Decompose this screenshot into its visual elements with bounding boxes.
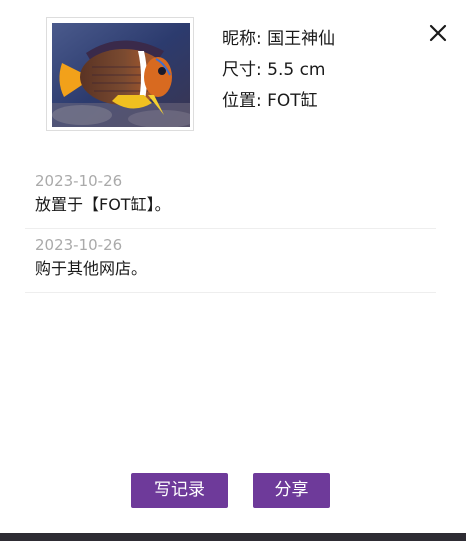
fish-location: 位置: FOT缸 — [222, 91, 318, 111]
record-date: 2023-10-26 — [35, 236, 123, 254]
fish-size: 尺寸: 5.5 cm — [222, 60, 326, 80]
close-icon — [429, 24, 447, 42]
fish-detail-dialog: 昵称: 国王神仙 尺寸: 5.5 cm 位置: FOT缸 2023-10-26 … — [0, 0, 466, 541]
fish-photo-frame — [46, 17, 194, 131]
list-item: 2023-10-26 放置于【FOT缸】。 — [25, 165, 436, 229]
record-date: 2023-10-26 — [35, 172, 123, 190]
write-record-button[interactable]: 写记录 — [131, 473, 228, 508]
close-button[interactable] — [426, 21, 450, 45]
record-text: 购于其他网店。 — [35, 259, 148, 278]
record-list: 2023-10-26 放置于【FOT缸】。 2023-10-26 购于其他网店。 — [25, 165, 436, 293]
fish-photo[interactable] — [52, 23, 190, 127]
share-button[interactable]: 分享 — [253, 473, 330, 508]
list-item: 2023-10-26 购于其他网店。 — [25, 229, 436, 293]
record-text: 放置于【FOT缸】。 — [35, 195, 171, 214]
fish-nickname: 昵称: 国王神仙 — [222, 29, 336, 49]
bottom-bar — [0, 533, 466, 541]
